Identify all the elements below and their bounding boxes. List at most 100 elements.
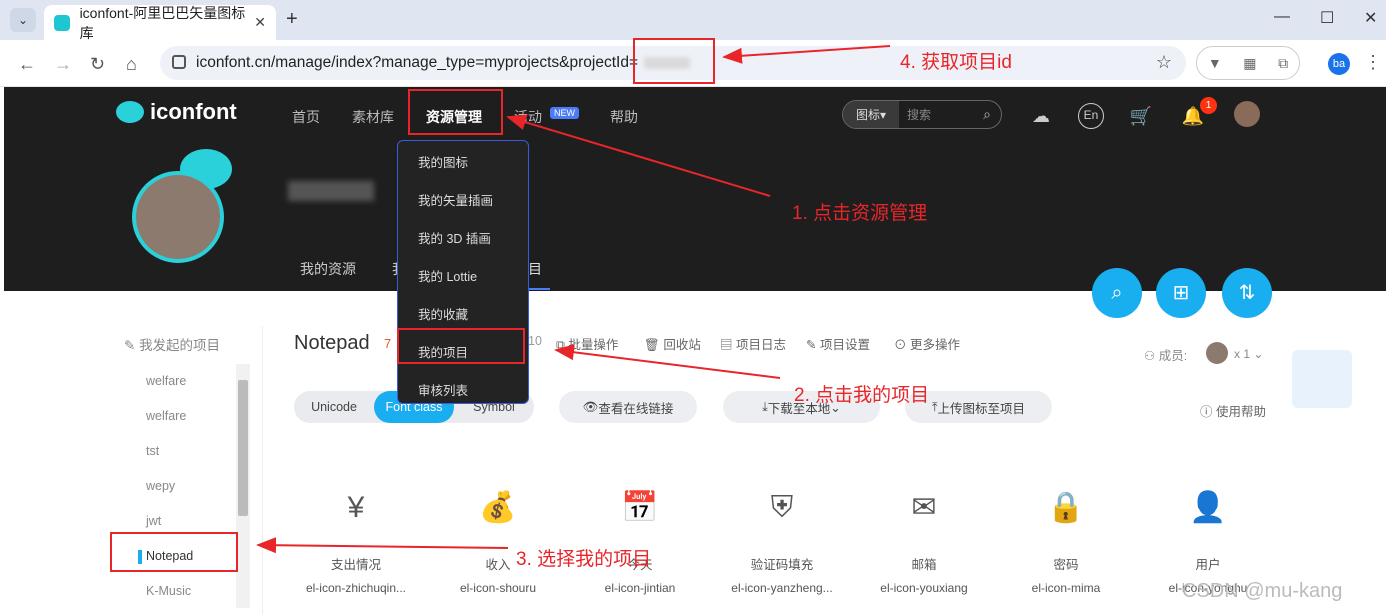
extension-vue-icon[interactable]: ▼ xyxy=(1208,55,1222,71)
sidebar-item-jwt[interactable]: jwt xyxy=(146,514,161,528)
close-tab-icon[interactable]: ✕ xyxy=(254,14,266,31)
bookmark-star-icon[interactable]: ☆ xyxy=(1156,52,1172,73)
add-folder-fab-icon[interactable]: ⊞ xyxy=(1156,268,1206,318)
batch-label: 批量操作 xyxy=(568,338,619,352)
menu-item-my-lottie[interactable]: 我的 Lottie xyxy=(418,266,477,285)
home-icon[interactable]: ⌂ xyxy=(126,54,137,75)
user-icon: 👤 xyxy=(1189,491,1227,524)
iconfont-favicon-icon xyxy=(54,14,70,31)
project-title: Notepad xyxy=(294,332,370,354)
help-illustration[interactable] xyxy=(1292,350,1352,408)
browser-tab[interactable]: iconfont-阿里巴巴矢量图标库 ✕ xyxy=(44,5,276,41)
search-type-select[interactable]: 图标 ▾ xyxy=(843,101,899,128)
highlight-my-projects xyxy=(397,328,525,364)
site-search[interactable]: 图标 ▾ 搜索 ⌕ xyxy=(842,100,1002,129)
shield-check-icon: ⛨ xyxy=(770,491,794,524)
extensions-puzzle-icon[interactable]: ⧉ xyxy=(1278,55,1288,72)
highlight-notepad xyxy=(110,532,238,572)
close-window-icon[interactable]: ✕ xyxy=(1364,8,1377,28)
search-icon[interactable]: ⌕ xyxy=(983,106,991,123)
recycle-bin-button[interactable]: 🗑 回收站 xyxy=(644,334,701,353)
mail-icon: ✉ xyxy=(911,491,937,524)
icon-card-yanzheng[interactable]: ⛨ 验证码填充 el-icon-yanzheng... xyxy=(712,488,852,595)
sidebar-item-welfare-1[interactable]: welfare xyxy=(146,374,186,388)
menu-item-my-illustrations[interactable]: 我的矢量插画 xyxy=(418,190,493,209)
site-info-icon[interactable] xyxy=(172,55,186,69)
members-count[interactable]: x 1 ⌄ xyxy=(1234,347,1263,361)
minimize-icon[interactable]: — xyxy=(1274,8,1290,26)
tab-search-button[interactable]: ⌄ xyxy=(10,8,36,32)
icon-name: 验证码填充 xyxy=(750,558,814,572)
tab-my-resources[interactable]: 我的资源 xyxy=(300,259,356,279)
icon-name: 邮箱 xyxy=(911,558,937,572)
help-link[interactable]: ⓘ 使用帮助 xyxy=(1200,401,1266,420)
nav-help[interactable]: 帮助 xyxy=(610,107,638,127)
new-tab-button[interactable]: + xyxy=(286,8,298,31)
extension-grid-icon[interactable]: ▦ xyxy=(1243,55,1256,72)
browser-profile-avatar[interactable]: ba xyxy=(1328,53,1350,75)
iconfont-logo[interactable]: iconfont xyxy=(116,99,237,125)
segment-unicode[interactable]: Unicode xyxy=(294,400,374,414)
calendar-icon: 📅 xyxy=(621,491,659,524)
browser-menu-icon[interactable]: ⋮ xyxy=(1364,52,1382,73)
icon-name: 密码 xyxy=(1053,558,1079,572)
icon-card-youxiang[interactable]: ✉ 邮箱 el-icon-youxiang xyxy=(854,488,994,595)
icon-code: el-icon-yanzheng... xyxy=(731,581,833,595)
sidebar-item-welfare-2[interactable]: welfare xyxy=(146,409,186,423)
annotation-step-1: 1. 点击资源管理 xyxy=(792,203,928,224)
members-label: ⚇ 成员: xyxy=(1144,345,1187,364)
member-avatar[interactable] xyxy=(1206,342,1228,364)
menu-item-my-3d[interactable]: 我的 3D 插画 xyxy=(418,228,491,247)
back-icon[interactable]: ← xyxy=(18,54,36,75)
icon-name: 用户 xyxy=(1195,558,1221,572)
tab-partial-2[interactable]: 目 xyxy=(528,259,542,279)
menu-item-my-icons[interactable]: 我的图标 xyxy=(418,152,468,171)
nav-activity[interactable]: 活动 xyxy=(514,107,542,127)
icon-card-shouru[interactable]: 💰 收入 el-icon-shouru xyxy=(428,488,568,595)
forward-icon[interactable]: → xyxy=(54,54,72,75)
menu-item-my-favorites[interactable]: 我的收藏 xyxy=(418,304,468,323)
expense-icon: ¥ xyxy=(347,491,365,524)
logo-mark-icon xyxy=(116,101,144,123)
view-online-link-button[interactable]: 👁 查看在线链接 xyxy=(559,391,697,423)
maximize-icon[interactable]: ☐ xyxy=(1320,8,1334,28)
icon-card-yonghu[interactable]: 👤 用户 el-icon-yonghu xyxy=(1138,488,1278,595)
menu-item-review-list[interactable]: 审核列表 xyxy=(418,380,468,399)
sidebar-title-text: 我发起的项目 xyxy=(139,338,221,353)
site-header: iconfont 首页 素材库 资源管理 活动 NEW 帮助 图标 ▾ 搜索 ⌕ … xyxy=(4,87,1386,291)
nav-home[interactable]: 首页 xyxy=(292,107,320,127)
user-avatar[interactable] xyxy=(1234,101,1260,127)
icon-card-zhichu[interactable]: ¥ 支出情况 el-icon-zhichuqin... xyxy=(286,488,426,595)
search-fab-icon[interactable]: ⌕ xyxy=(1092,268,1142,318)
log-icon: ▤ xyxy=(720,338,736,352)
project-settings-button[interactable]: ✎ 项目设置 xyxy=(806,334,870,353)
sort-fab-icon[interactable]: ⇅ xyxy=(1222,268,1272,318)
project-icon-count: 7 xyxy=(384,336,392,351)
icon-card-jintian[interactable]: 📅 今天 el-icon-jintian xyxy=(570,488,710,595)
cart-icon[interactable]: 🛒 xyxy=(1128,103,1154,129)
settings-label: 项目设置 xyxy=(819,338,870,352)
help-label: 使用帮助 xyxy=(1215,405,1266,419)
icon-code: el-icon-youxiang xyxy=(880,581,968,595)
sidebar-item-k-music[interactable]: K-Music xyxy=(146,584,191,598)
members-icon: ⚇ xyxy=(1144,349,1159,363)
sidebar-item-wepy[interactable]: wepy xyxy=(146,479,175,493)
sidebar-item-tst[interactable]: tst xyxy=(146,444,159,458)
profile-avatar xyxy=(132,171,224,263)
more-actions-button[interactable]: ⊙ 更多操作 xyxy=(894,334,960,353)
members-text: 成员: xyxy=(1158,349,1188,363)
icon-card-mima[interactable]: 🔒 密码 el-icon-mima xyxy=(996,488,1136,595)
more-label: 更多操作 xyxy=(909,338,960,352)
batch-icon: ⧉ xyxy=(556,338,569,352)
nav-materials[interactable]: 素材库 xyxy=(352,107,394,127)
batch-operation-button[interactable]: ⧉ 批量操作 xyxy=(556,334,618,353)
reload-icon[interactable]: ↻ xyxy=(90,54,105,75)
annotation-step-3: 3. 选择我的项目 xyxy=(516,549,652,570)
sidebar-scrollbar-thumb[interactable] xyxy=(238,380,248,516)
language-icon[interactable]: En xyxy=(1078,103,1104,129)
icon-code: el-icon-mima xyxy=(1031,581,1101,595)
logo-text: iconfont xyxy=(150,99,237,124)
upload-cloud-icon[interactable]: ☁ xyxy=(1028,103,1054,129)
search-input[interactable]: 搜索 xyxy=(899,106,983,123)
project-log-button[interactable]: ▤ 项目日志 xyxy=(720,334,786,353)
